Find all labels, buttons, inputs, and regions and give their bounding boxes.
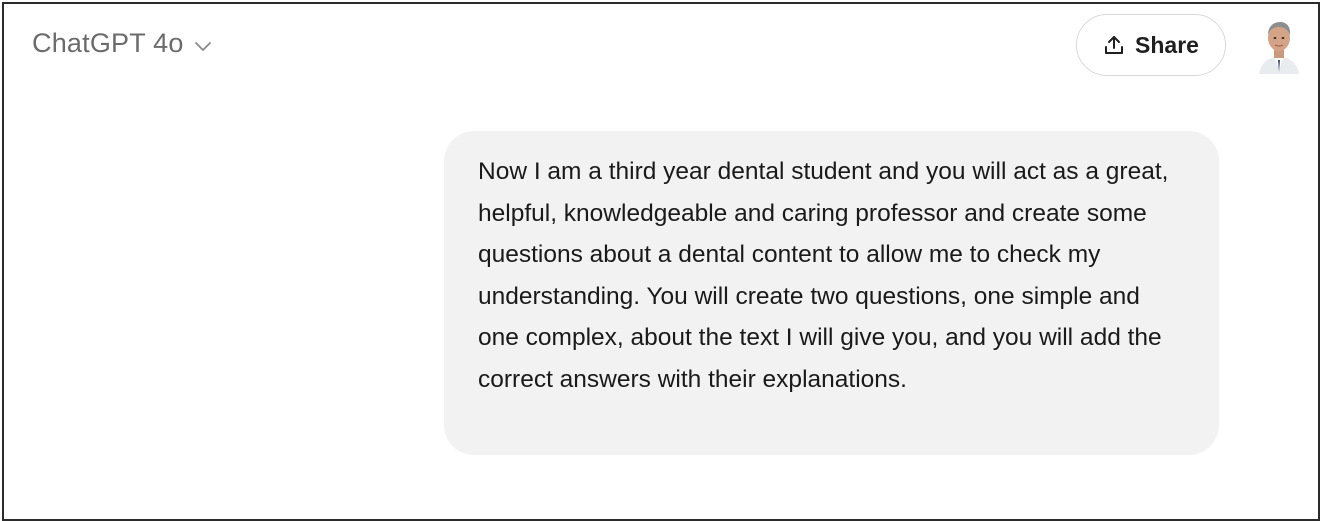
share-button[interactable]: Share bbox=[1076, 14, 1226, 76]
model-name: ChatGPT 4o bbox=[32, 28, 184, 58]
upload-icon bbox=[1103, 34, 1125, 56]
user-message-text: Now I am a third year dental student and… bbox=[478, 158, 1169, 393]
chevron-down-icon bbox=[194, 40, 212, 52]
share-label: Share bbox=[1135, 31, 1199, 58]
chat-window: ChatGPT 4o Share Now I am a third year d… bbox=[2, 2, 1320, 521]
model-selector[interactable]: ChatGPT 4o bbox=[32, 28, 212, 59]
user-message-bubble: Now I am a third year dental student and… bbox=[444, 131, 1219, 455]
user-avatar[interactable] bbox=[1255, 18, 1303, 74]
